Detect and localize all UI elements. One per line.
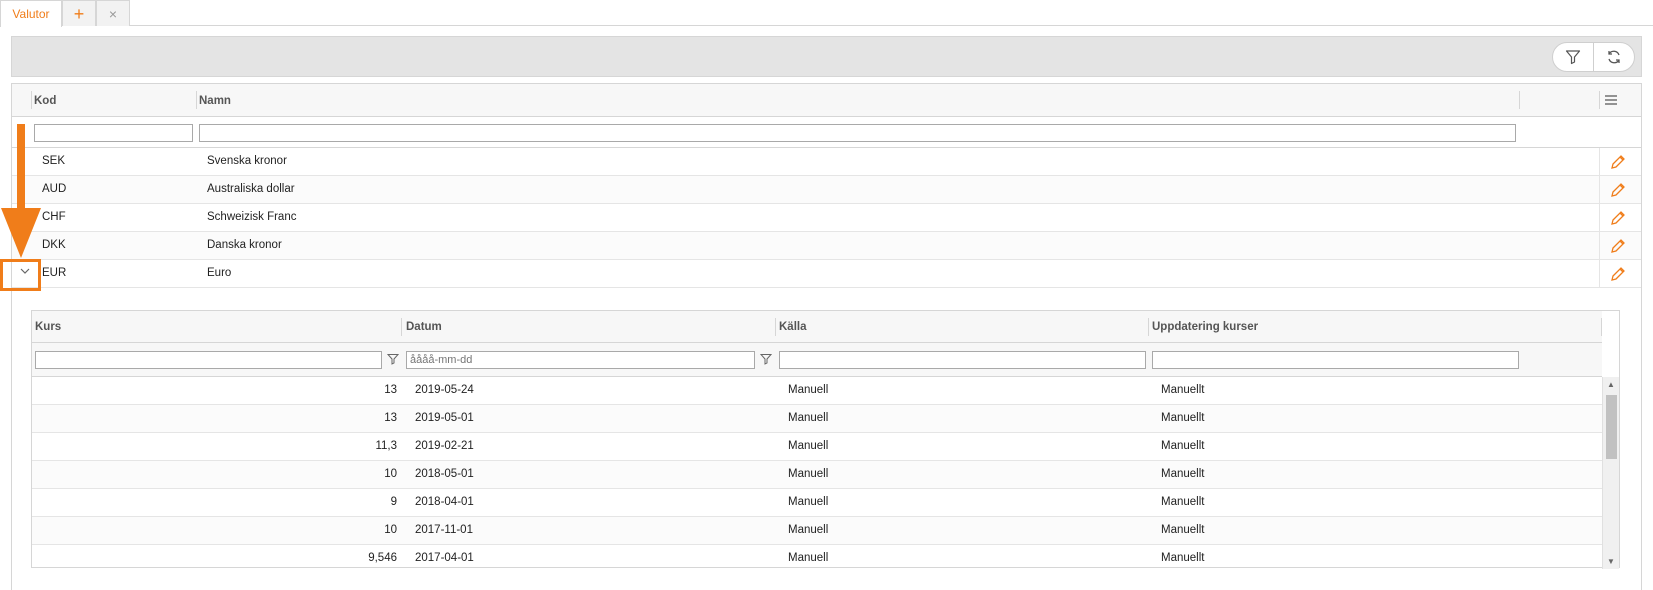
row-kod: EUR [42, 267, 67, 279]
filter-icon [1565, 50, 1581, 65]
filter-icon[interactable] [387, 353, 399, 365]
datum-cell: 2019-05-24 [415, 384, 474, 396]
refresh-icon [1608, 50, 1620, 64]
kalla-cell: Manuell [788, 552, 829, 564]
refresh-button[interactable] [1593, 43, 1634, 71]
table-row[interactable]: 13 2019-05-24 Manuell Manuellt [32, 377, 1602, 405]
kalla-cell: Manuell [788, 496, 829, 508]
column-header-namn[interactable]: Namn [199, 84, 231, 117]
row-namn: Danska kronor [207, 239, 282, 251]
subgrid-header: Kurs Datum Källa Uppdatering kurser [32, 311, 1602, 343]
row-namn: Australiska dollar [207, 183, 295, 195]
grid-header: Kod Namn [12, 84, 1641, 117]
filter-button[interactable] [1553, 43, 1593, 71]
edit-pencil-icon[interactable] [1609, 181, 1627, 199]
kurs-filter-input[interactable] [35, 351, 382, 369]
row-kod: SEK [42, 155, 66, 167]
scrollbar-thumb[interactable] [1606, 395, 1617, 459]
datum-cell: 2019-05-01 [415, 412, 474, 424]
close-icon: × [108, 5, 118, 22]
datum-cell: 2019-02-21 [415, 440, 474, 452]
kurs-cell: 13 [384, 384, 397, 396]
uppdatering-cell: Manuellt [1161, 524, 1205, 536]
tab-valutor[interactable]: Valutor [0, 0, 62, 27]
kurs-cell: 9 [390, 496, 397, 508]
kalla-cell: Manuell [788, 440, 829, 452]
tab-bar: Valutor + × [0, 0, 1653, 27]
row-namn: Schweizisk Franc [207, 211, 297, 223]
edit-pencil-icon[interactable] [1609, 237, 1627, 255]
kalla-cell: Manuell [788, 524, 829, 536]
subgrid-body: 13 2019-05-24 Manuell Manuellt 13 2019-0… [32, 377, 1602, 569]
kurs-cell: 10 [384, 468, 397, 480]
kalla-cell: Manuell [788, 468, 829, 480]
kurs-cell: 9,546 [368, 552, 397, 564]
table-row[interactable]: SEK Svenska kronor [12, 148, 1641, 176]
toolbar-button-group [1552, 42, 1635, 72]
kurs-cell: 10 [384, 524, 397, 536]
datum-filter-input[interactable] [406, 351, 755, 369]
table-row-expanded[interactable]: EUR Euro [12, 260, 1641, 288]
annotation-highlight-box [0, 259, 41, 291]
column-header-datum[interactable]: Datum [406, 311, 442, 343]
grid-filter-row [12, 117, 1641, 148]
table-row[interactable]: 13 2019-05-01 Manuell Manuellt [32, 405, 1602, 433]
edit-pencil-icon[interactable] [1609, 153, 1627, 171]
uppdatering-cell: Manuellt [1161, 496, 1205, 508]
uppdatering-cell: Manuellt [1161, 468, 1205, 480]
subgrid-filter-row [32, 343, 1602, 377]
table-row[interactable]: 9 2018-04-01 Manuell Manuellt [32, 489, 1602, 517]
edit-pencil-icon[interactable] [1609, 209, 1627, 227]
row-kod: DKK [42, 239, 66, 251]
annotation-arrow-shaft [17, 124, 25, 209]
table-row[interactable]: AUD Australiska dollar [12, 176, 1641, 204]
namn-filter-input[interactable] [199, 124, 1516, 142]
column-header-kurs[interactable]: Kurs [35, 311, 61, 343]
filter-icon[interactable] [760, 353, 772, 365]
row-kod: AUD [42, 183, 67, 195]
tab-valutor-label: Valutor [12, 7, 50, 21]
scroll-down-icon[interactable]: ▼ [1607, 557, 1615, 566]
column-header-kod[interactable]: Kod [34, 84, 56, 117]
kalla-filter-input[interactable] [779, 351, 1146, 369]
datum-cell: 2017-11-01 [415, 524, 473, 536]
uppdatering-cell: Manuellt [1161, 412, 1205, 424]
table-row[interactable]: CHF Schweizisk Franc [12, 204, 1641, 232]
kalla-cell: Manuell [788, 384, 829, 396]
edit-pencil-icon[interactable] [1609, 265, 1627, 283]
table-row[interactable]: 11,3 2019-02-21 Manuell Manuellt [32, 433, 1602, 461]
column-menu-icon[interactable] [1604, 93, 1618, 107]
table-row[interactable]: 10 2018-05-01 Manuell Manuellt [32, 461, 1602, 489]
annotation-arrow-head [1, 208, 41, 258]
add-tab-button[interactable]: + [62, 0, 96, 26]
row-kod: CHF [42, 211, 66, 223]
datum-cell: 2018-05-01 [415, 468, 474, 480]
uppdatering-cell: Manuellt [1161, 552, 1205, 564]
kurs-cell: 13 [384, 412, 397, 424]
vertical-scrollbar[interactable]: ▲ ▼ [1602, 377, 1619, 569]
table-row[interactable]: 10 2017-11-01 Manuell Manuellt [32, 517, 1602, 545]
uppdatering-filter-input[interactable] [1152, 351, 1519, 369]
uppdatering-cell: Manuellt [1161, 440, 1205, 452]
column-header-uppdatering[interactable]: Uppdatering kurser [1152, 311, 1258, 343]
column-header-kalla[interactable]: Källa [779, 311, 807, 343]
kalla-cell: Manuell [788, 412, 829, 424]
table-row[interactable]: 9,546 2017-04-01 Manuell Manuellt [32, 545, 1602, 569]
scroll-up-icon[interactable]: ▲ [1607, 380, 1615, 389]
datum-cell: 2017-04-01 [415, 552, 474, 564]
datum-cell: 2018-04-01 [415, 496, 474, 508]
plus-icon: + [73, 3, 85, 24]
uppdatering-cell: Manuellt [1161, 384, 1205, 396]
toolbar [11, 36, 1642, 77]
kurs-cell: 11,3 [375, 440, 397, 452]
rates-subgrid: Kurs Datum Källa Uppdatering kurser 13 2… [31, 310, 1620, 569]
row-namn: Euro [207, 267, 232, 279]
table-row[interactable]: DKK Danska kronor [12, 232, 1641, 260]
row-namn: Svenska kronor [207, 155, 287, 167]
close-tab-button[interactable]: × [96, 0, 130, 26]
kod-filter-input[interactable] [34, 124, 193, 142]
